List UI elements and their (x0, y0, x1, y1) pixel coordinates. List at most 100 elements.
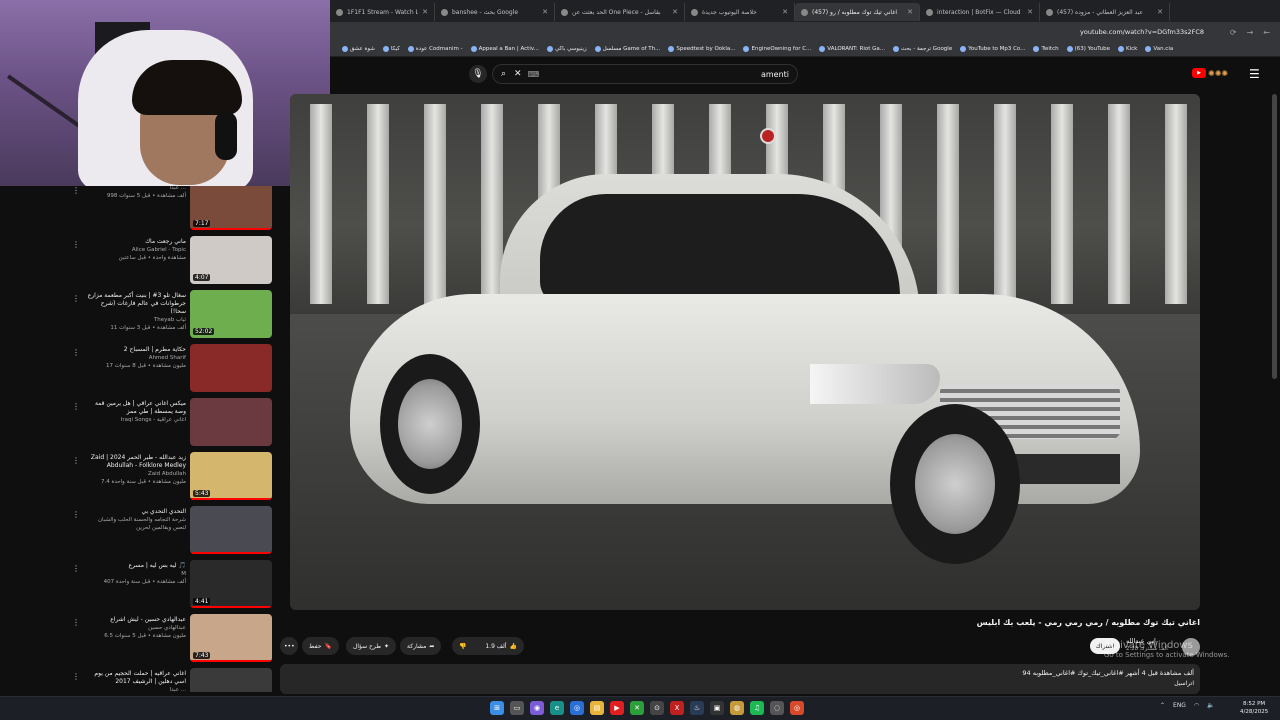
search-icon[interactable]: ⌕ (501, 69, 506, 79)
dislike-icon[interactable]: 👎 (459, 643, 466, 650)
browser-tab[interactable]: خلاصة اليوتيوب جديدة ✕ (685, 3, 795, 21)
description-box[interactable]: 94 ألف مشاهدة قبل 4 أشهر #اغاني_تيك_توك … (280, 664, 1200, 694)
tab-close-icon[interactable]: ✕ (907, 8, 913, 16)
recommended-video[interactable]: ⋮ ماني رجعت ماك Alice Gabriel - Topic مشاهد… (0, 236, 280, 288)
keyboard-icon[interactable]: ⌨ (528, 70, 540, 79)
app-icon-2[interactable]: ⊙ (650, 701, 664, 715)
app-icon-1[interactable]: ◉ (530, 701, 544, 715)
edge-icon[interactable]: e (550, 701, 564, 715)
bookmark-item[interactable]: YouTube to Mp3 Co... (960, 46, 1025, 52)
youtube-app-icon[interactable]: ▶ (610, 701, 624, 715)
wifi-icon[interactable]: ◠ (1194, 702, 1199, 709)
app-icon-5[interactable]: ◍ (730, 701, 744, 715)
bookmark-item[interactable]: ترجمة - بحث Google (893, 46, 952, 52)
bookmark-item[interactable]: Van.cia (1145, 46, 1173, 52)
xbox-icon[interactable]: ✕ (630, 701, 644, 715)
like-icon[interactable]: 👍 (510, 643, 517, 650)
bookmark-item[interactable]: عودة Codmanim - (407, 46, 463, 52)
file-explorer-icon[interactable]: ▤ (590, 701, 604, 715)
more-actions-button[interactable]: ••• (280, 637, 298, 655)
url-text[interactable]: youtube.com/watch?v=DGfm33s2FC8 (1080, 28, 1204, 36)
chrome-active-icon[interactable]: ◎ (790, 701, 804, 715)
browser-tab[interactable]: interaction | BotFix — Cloud St ✕ (920, 3, 1040, 21)
refresh-icon[interactable]: ⟳ (1230, 28, 1237, 37)
app-icon-6[interactable]: ◌ (770, 701, 784, 715)
clear-search-icon[interactable]: ✕ (514, 69, 522, 79)
tab-close-icon[interactable]: ✕ (542, 8, 548, 16)
browser-tab[interactable]: 1F1F1 Stream - Watch Live on ✕ (330, 3, 435, 21)
recommended-video[interactable]: ⋮ ليه بس ليه | مسرع 🎵 M 407 ألف مشاهدة • قب… (0, 560, 280, 612)
browser-tab[interactable]: (457) عبد العزيز العطاني - مزوده ✕ (1040, 3, 1170, 21)
recommended-video[interactable]: ⋮ ميكس اغاني عراقي | هل يرمين قمة وصة يمس… (0, 398, 280, 450)
more-options-icon[interactable]: ⋮ (72, 294, 80, 303)
recommended-video-thumbnail[interactable]: 52:02 (190, 290, 272, 338)
save-button[interactable]: حفظ 🔖 (302, 637, 339, 655)
search-query[interactable]: amenti (761, 70, 789, 79)
back-icon[interactable]: ← (1263, 28, 1270, 37)
taskbar-clock[interactable]: 8:52 PM 4/28/2025 (1240, 700, 1268, 716)
bookmark-item[interactable]: شوة عشق (342, 46, 375, 52)
bookmark-item[interactable]: (63) YouTube (1066, 46, 1110, 52)
spotify-icon[interactable]: ♫ (750, 701, 764, 715)
app-icon-3[interactable]: X (670, 701, 684, 715)
share-button[interactable]: مشاركة ➦ (400, 637, 442, 655)
tab-close-icon[interactable]: ✕ (422, 8, 428, 16)
recommended-video-thumbnail[interactable]: 7:17 (190, 186, 272, 230)
more-options-icon[interactable]: ⋮ (72, 348, 80, 357)
bookmark-item[interactable]: Speedtest by Ookla... (668, 46, 735, 52)
bookmark-item[interactable]: Appeal a Ban | Activ... (470, 46, 539, 52)
task-view-icon[interactable]: ▭ (510, 701, 524, 715)
steam-icon[interactable]: ♨ (690, 701, 704, 715)
recommended-video[interactable]: ⋮ Zaid | 2024 زيد عبدالله - طير الحمر Abd… (0, 452, 280, 504)
tab-close-icon[interactable]: ✕ (672, 8, 678, 16)
recommended-video[interactable]: ⋮ حكاية مطرم | المسباح 2 Ahmed Sharif 17 مل… (0, 344, 280, 396)
recommended-video[interactable]: ⋮ عبدا ... 998 ألف مشاهدة • قبل 5 سنوات 7:1… (0, 186, 280, 234)
chrome-icon[interactable]: ◎ (570, 701, 584, 715)
forward-icon[interactable]: → (1247, 28, 1254, 37)
voice-search-button[interactable]: 🎙 (469, 65, 487, 83)
bookmark-item[interactable]: مسلسل Game of Th... (594, 46, 660, 52)
bookmark-item[interactable]: كيكا (382, 46, 400, 52)
hamburger-menu-icon[interactable]: ☰ (1249, 67, 1260, 81)
ask-button[interactable]: طرح سؤال ✦ (346, 637, 397, 655)
more-options-icon[interactable]: ⋮ (72, 564, 80, 573)
bookmark-item[interactable]: VALORANT: Riot Ga... (819, 46, 885, 52)
recommended-video[interactable]: ⋮ سغال تلو 3# | بنيت أكبر مطعمة مزارع جرط… (0, 290, 280, 342)
recommended-video[interactable]: ⋮ اغاني عراقيه | حملت الحجيم من يوم اسي د… (0, 668, 280, 692)
browser-tab[interactable]: الحد بعثت عن One Piece - بقاسل ✕ (555, 3, 685, 21)
more-options-icon[interactable]: ⋮ (72, 510, 80, 519)
recommended-video[interactable]: ⋮ التحدي التحدي بي شرحة التجامه والحسنة ال… (0, 506, 280, 558)
recommended-video-thumbnail[interactable]: 5:43 (190, 452, 272, 500)
browser-tab[interactable]: (457) اغاني تيك توك مطلوبه / رو ✕ (795, 3, 920, 21)
app-icon-4[interactable]: ▣ (710, 701, 724, 715)
recommended-video-thumbnail[interactable] (190, 344, 272, 392)
recommended-video-thumbnail[interactable] (190, 506, 272, 554)
more-options-icon[interactable]: ⋮ (72, 456, 80, 465)
bookmark-item[interactable]: Kick (1118, 46, 1137, 52)
page-scrollbar[interactable] (1272, 94, 1277, 379)
address-bar[interactable]: youtube.com/watch?v=DGfm33s2FC8 ⟳ → ← (330, 22, 1280, 42)
windows-start-icon[interactable]: ⊞ (490, 701, 504, 715)
recommended-video-thumbnail[interactable]: 4:07 (190, 236, 272, 284)
language-indicator[interactable]: ENG (1173, 702, 1186, 709)
volume-icon[interactable]: 🔈 (1207, 702, 1214, 709)
youtube-logo[interactable]: ▶ ✺✺✺ (1192, 68, 1228, 78)
search-input[interactable]: ⌕ ✕ ⌨ amenti (492, 64, 798, 84)
bookmark-item[interactable]: EngineOwning for C... (743, 46, 811, 52)
tray-chevron-icon[interactable]: ⌃ (1160, 702, 1165, 709)
recommended-video-thumbnail[interactable] (190, 398, 272, 446)
recommended-video[interactable]: ⋮ عبدالهادي حسين - ليش اشراع عبدالهادي حسي… (0, 614, 280, 666)
more-options-icon[interactable]: ⋮ (72, 402, 80, 411)
tab-close-icon[interactable]: ✕ (1027, 8, 1033, 16)
tab-close-icon[interactable]: ✕ (1157, 8, 1163, 16)
more-options-icon[interactable]: ⋮ (72, 672, 80, 681)
recommended-video-thumbnail[interactable]: 7:43 (190, 614, 272, 662)
more-options-icon[interactable]: ⋮ (72, 618, 80, 627)
recommended-video-thumbnail[interactable]: 4:41 (190, 560, 272, 608)
recommended-video-thumbnail[interactable]: 5:38 (190, 668, 272, 692)
video-player[interactable] (290, 94, 1200, 610)
tab-close-icon[interactable]: ✕ (782, 8, 788, 16)
more-options-icon[interactable]: ⋮ (72, 186, 80, 195)
more-options-icon[interactable]: ⋮ (72, 240, 80, 249)
browser-tab[interactable]: banshee - بحث Google ✕ (435, 3, 555, 21)
